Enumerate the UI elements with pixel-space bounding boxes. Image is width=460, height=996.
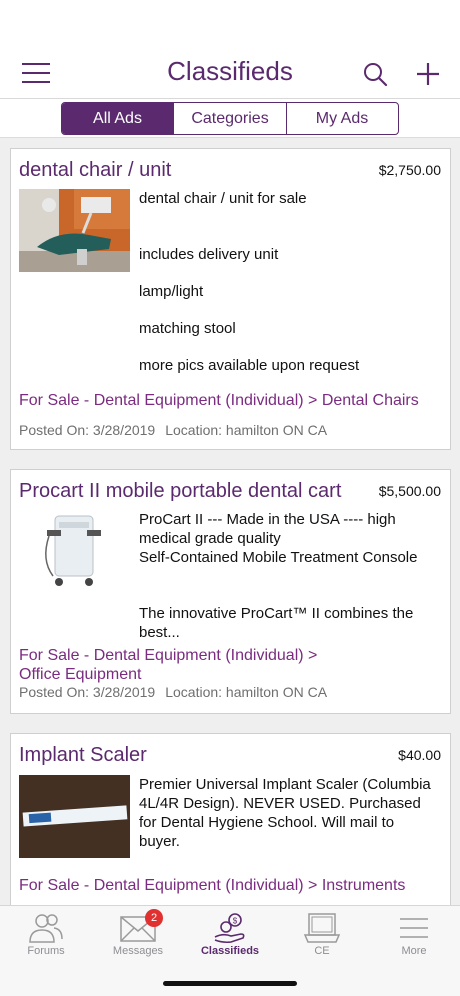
description-line: Premier Universal Implant Scaler (Columb… xyxy=(139,776,431,850)
menu-lines-icon xyxy=(400,918,428,938)
segment-categories[interactable]: Categories xyxy=(174,103,287,134)
description-line: matching stool xyxy=(139,320,236,337)
ad-category-link[interactable]: For Sale - Dental Equipment (Individual)… xyxy=(19,391,444,410)
ad-meta: Posted On: 3/28/2019 Location: hamilton O… xyxy=(19,684,327,700)
tab-forums[interactable]: Forums xyxy=(0,906,92,968)
description-line: lamp/light xyxy=(139,283,204,300)
segment-my-ads[interactable]: My Ads xyxy=(287,103,397,134)
ad-category-link[interactable]: For Sale - Dental Equipment (Individual)… xyxy=(19,646,444,684)
laptop-icon xyxy=(303,913,341,943)
description-line: more pics available upon request xyxy=(139,357,360,374)
ad-price: $2,750.00 xyxy=(378,162,441,178)
ad-description: dental chair / unit for sale includes de… xyxy=(139,189,439,375)
search-icon[interactable] xyxy=(362,61,388,87)
people-icon xyxy=(29,914,63,943)
posted-date: Posted On: 3/28/2019 xyxy=(19,422,156,438)
category-line[interactable]: For Sale - Dental Equipment (Individual)… xyxy=(19,646,444,665)
unread-badge: 2 xyxy=(145,909,163,927)
ad-thumbnail-dental-chair[interactable] xyxy=(19,189,130,272)
hand-coins-icon: $ xyxy=(214,913,245,944)
tab-more[interactable]: More xyxy=(368,906,460,968)
ad-price: $5,500.00 xyxy=(378,483,441,499)
ad-location: Location: hamilton ON CA xyxy=(165,684,328,700)
app-header: Classifieds xyxy=(0,0,460,99)
page-title: Classifieds xyxy=(167,56,293,86)
ad-title[interactable]: Procart II mobile portable dental cart xyxy=(19,480,341,503)
description-line: Self-Contained Mobile Treatment Console xyxy=(139,549,418,566)
ad-category-link[interactable]: For Sale - Dental Equipment (Individual)… xyxy=(19,876,444,895)
ad-description: ProCart II --- Made in the USA ---- high… xyxy=(139,510,439,642)
description-line: ProCart II --- Made in the USA ---- high… xyxy=(139,511,396,547)
tab-label: Forums xyxy=(27,945,65,957)
tab-label: More xyxy=(401,945,427,957)
ads-list[interactable]: dental chair / unit $2,750.00 dental cha… xyxy=(0,137,460,905)
ad-card[interactable]: Procart II mobile portable dental cart $… xyxy=(10,469,451,714)
tab-classifieds[interactable]: $ Classifieds xyxy=(184,906,276,968)
ad-filter-segments: All Ads Categories My Ads xyxy=(61,102,399,135)
ad-thumbnail-implant-scaler[interactable] xyxy=(19,775,130,858)
ad-card[interactable]: dental chair / unit $2,750.00 dental cha… xyxy=(10,148,451,450)
category-line[interactable]: Office Equipment xyxy=(19,665,444,684)
description-line: includes delivery unit xyxy=(139,246,279,263)
svg-text:$: $ xyxy=(233,917,238,926)
tab-label: Messages xyxy=(112,945,164,957)
description-line: The innovative ProCart™ II combines the … xyxy=(139,605,414,641)
posted-date: Posted On: 3/28/2019 xyxy=(19,684,156,700)
ad-card[interactable]: Implant Scaler $40.00 Premier Universal … xyxy=(10,733,451,905)
tab-ce[interactable]: CE xyxy=(276,906,368,968)
plus-icon[interactable] xyxy=(414,60,442,88)
ad-thumbnail-dental-cart[interactable] xyxy=(19,510,130,593)
description-line: dental chair / unit for sale xyxy=(139,190,307,207)
ad-title[interactable]: dental chair / unit xyxy=(19,159,171,182)
ad-price: $40.00 xyxy=(398,747,441,763)
segment-all-ads[interactable]: All Ads xyxy=(62,103,174,134)
home-indicator xyxy=(163,981,297,986)
tab-label: Classifieds xyxy=(200,945,260,957)
ad-description: Premier Universal Implant Scaler (Columb… xyxy=(139,775,439,851)
tab-label: CE xyxy=(314,945,330,957)
ad-meta: Posted On: 3/28/2019 Location: hamilton O… xyxy=(19,422,327,438)
ad-location: Location: hamilton ON CA xyxy=(165,422,328,438)
ad-title[interactable]: Implant Scaler xyxy=(19,744,147,767)
tab-messages[interactable]: 2 Messages xyxy=(92,906,184,968)
